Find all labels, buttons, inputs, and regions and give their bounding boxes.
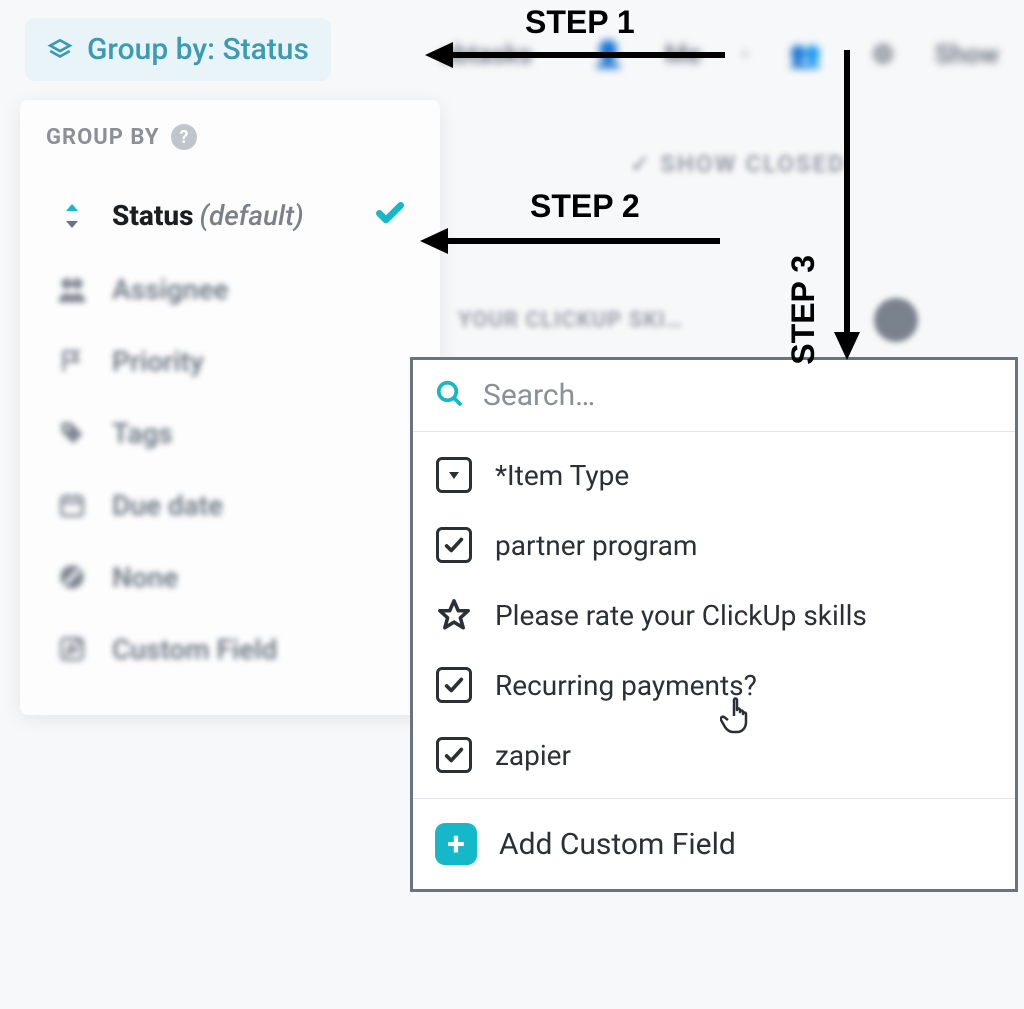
group-by-pill[interactable]: Group by: Status (25, 18, 331, 81)
dropdown-item-customfield[interactable]: Custom Field (46, 613, 414, 685)
step2-label: STEP 2 (530, 188, 640, 225)
dropdown-customfield-label: Custom Field (112, 633, 277, 666)
dropdown-duedate-label: Due date (112, 489, 223, 522)
dropdown-item-status[interactable]: Status (default) (46, 178, 414, 253)
custom-field-list: *Item Type partner program Please rate y… (413, 432, 1015, 799)
dropdown-tags-label: Tags (112, 417, 173, 450)
search-input[interactable] (483, 378, 993, 413)
dropdown-item-tags[interactable]: Tags (46, 397, 414, 469)
dropdown-box-icon (435, 456, 473, 494)
none-icon (54, 559, 90, 595)
priority-flag-icon (54, 343, 90, 379)
field-recurring-label: Recurring payments? (495, 669, 757, 702)
field-item-zapier[interactable]: zapier (413, 720, 1015, 790)
dropdown-assignee-label: Assignee (112, 273, 228, 306)
group-by-header-label: GROUP BY (46, 125, 159, 150)
dropdown-priority-label: Priority (112, 345, 204, 378)
group-by-dropdown[interactable]: GROUP BY ? Status (default) Assignee Pri… (20, 100, 440, 715)
field-itemtype-label: *Item Type (495, 459, 629, 492)
custom-field-search-row[interactable] (413, 360, 1015, 432)
field-item-rateskills[interactable]: Please rate your ClickUp skills (413, 580, 1015, 650)
show-blur: Show (935, 40, 999, 70)
checkbox-icon (435, 736, 473, 774)
add-custom-field-label: Add Custom Field (499, 827, 736, 862)
group-by-label: Group by: Status (87, 32, 309, 67)
plus-circle-blur (874, 298, 918, 342)
field-rateskills-label: Please rate your ClickUp skills (495, 599, 867, 632)
step1-label: STEP 1 (525, 4, 635, 41)
dropdown-item-duedate[interactable]: Due date (46, 469, 414, 541)
stack-icon (47, 37, 73, 63)
step3-arrow (832, 50, 862, 360)
step2-arrow (420, 226, 730, 256)
dropdown-status-suffix: (default) (200, 199, 304, 232)
add-custom-field-button[interactable]: + Add Custom Field (413, 799, 1015, 889)
dropdown-status-label: Status (112, 199, 194, 232)
plus-icon: + (435, 823, 477, 865)
calendar-icon (54, 487, 90, 523)
customfield-icon (54, 631, 90, 667)
cursor-hand-icon (720, 690, 760, 734)
search-icon (435, 379, 465, 413)
field-item-partnerprogram[interactable]: partner program (413, 510, 1015, 580)
status-sort-icon (54, 198, 90, 234)
dropdown-item-priority[interactable]: Priority (46, 325, 414, 397)
field-zapier-label: zapier (495, 739, 571, 772)
custom-field-popup[interactable]: *Item Type partner program Please rate y… (410, 357, 1018, 892)
star-icon (435, 596, 473, 634)
assignee-icon (54, 271, 90, 307)
dropdown-none-label: None (112, 561, 178, 594)
dropdown-item-assignee[interactable]: Assignee (46, 253, 414, 325)
checkbox-icon (435, 666, 473, 704)
help-icon[interactable]: ? (171, 124, 197, 150)
tags-icon (54, 415, 90, 451)
show-closed-blur: ✓ SHOW CLOSED (630, 150, 846, 178)
field-item-recurring[interactable]: Recurring payments? (413, 650, 1015, 720)
field-item-itemtype[interactable]: *Item Type (413, 440, 1015, 510)
step3-label: STEP 3 (785, 255, 822, 365)
field-partnerprogram-label: partner program (495, 529, 697, 562)
step1-arrow (425, 40, 735, 70)
check-icon (374, 196, 406, 235)
dropdown-item-none[interactable]: None (46, 541, 414, 613)
group-by-dropdown-header: GROUP BY ? (46, 124, 414, 150)
checkbox-icon (435, 526, 473, 564)
